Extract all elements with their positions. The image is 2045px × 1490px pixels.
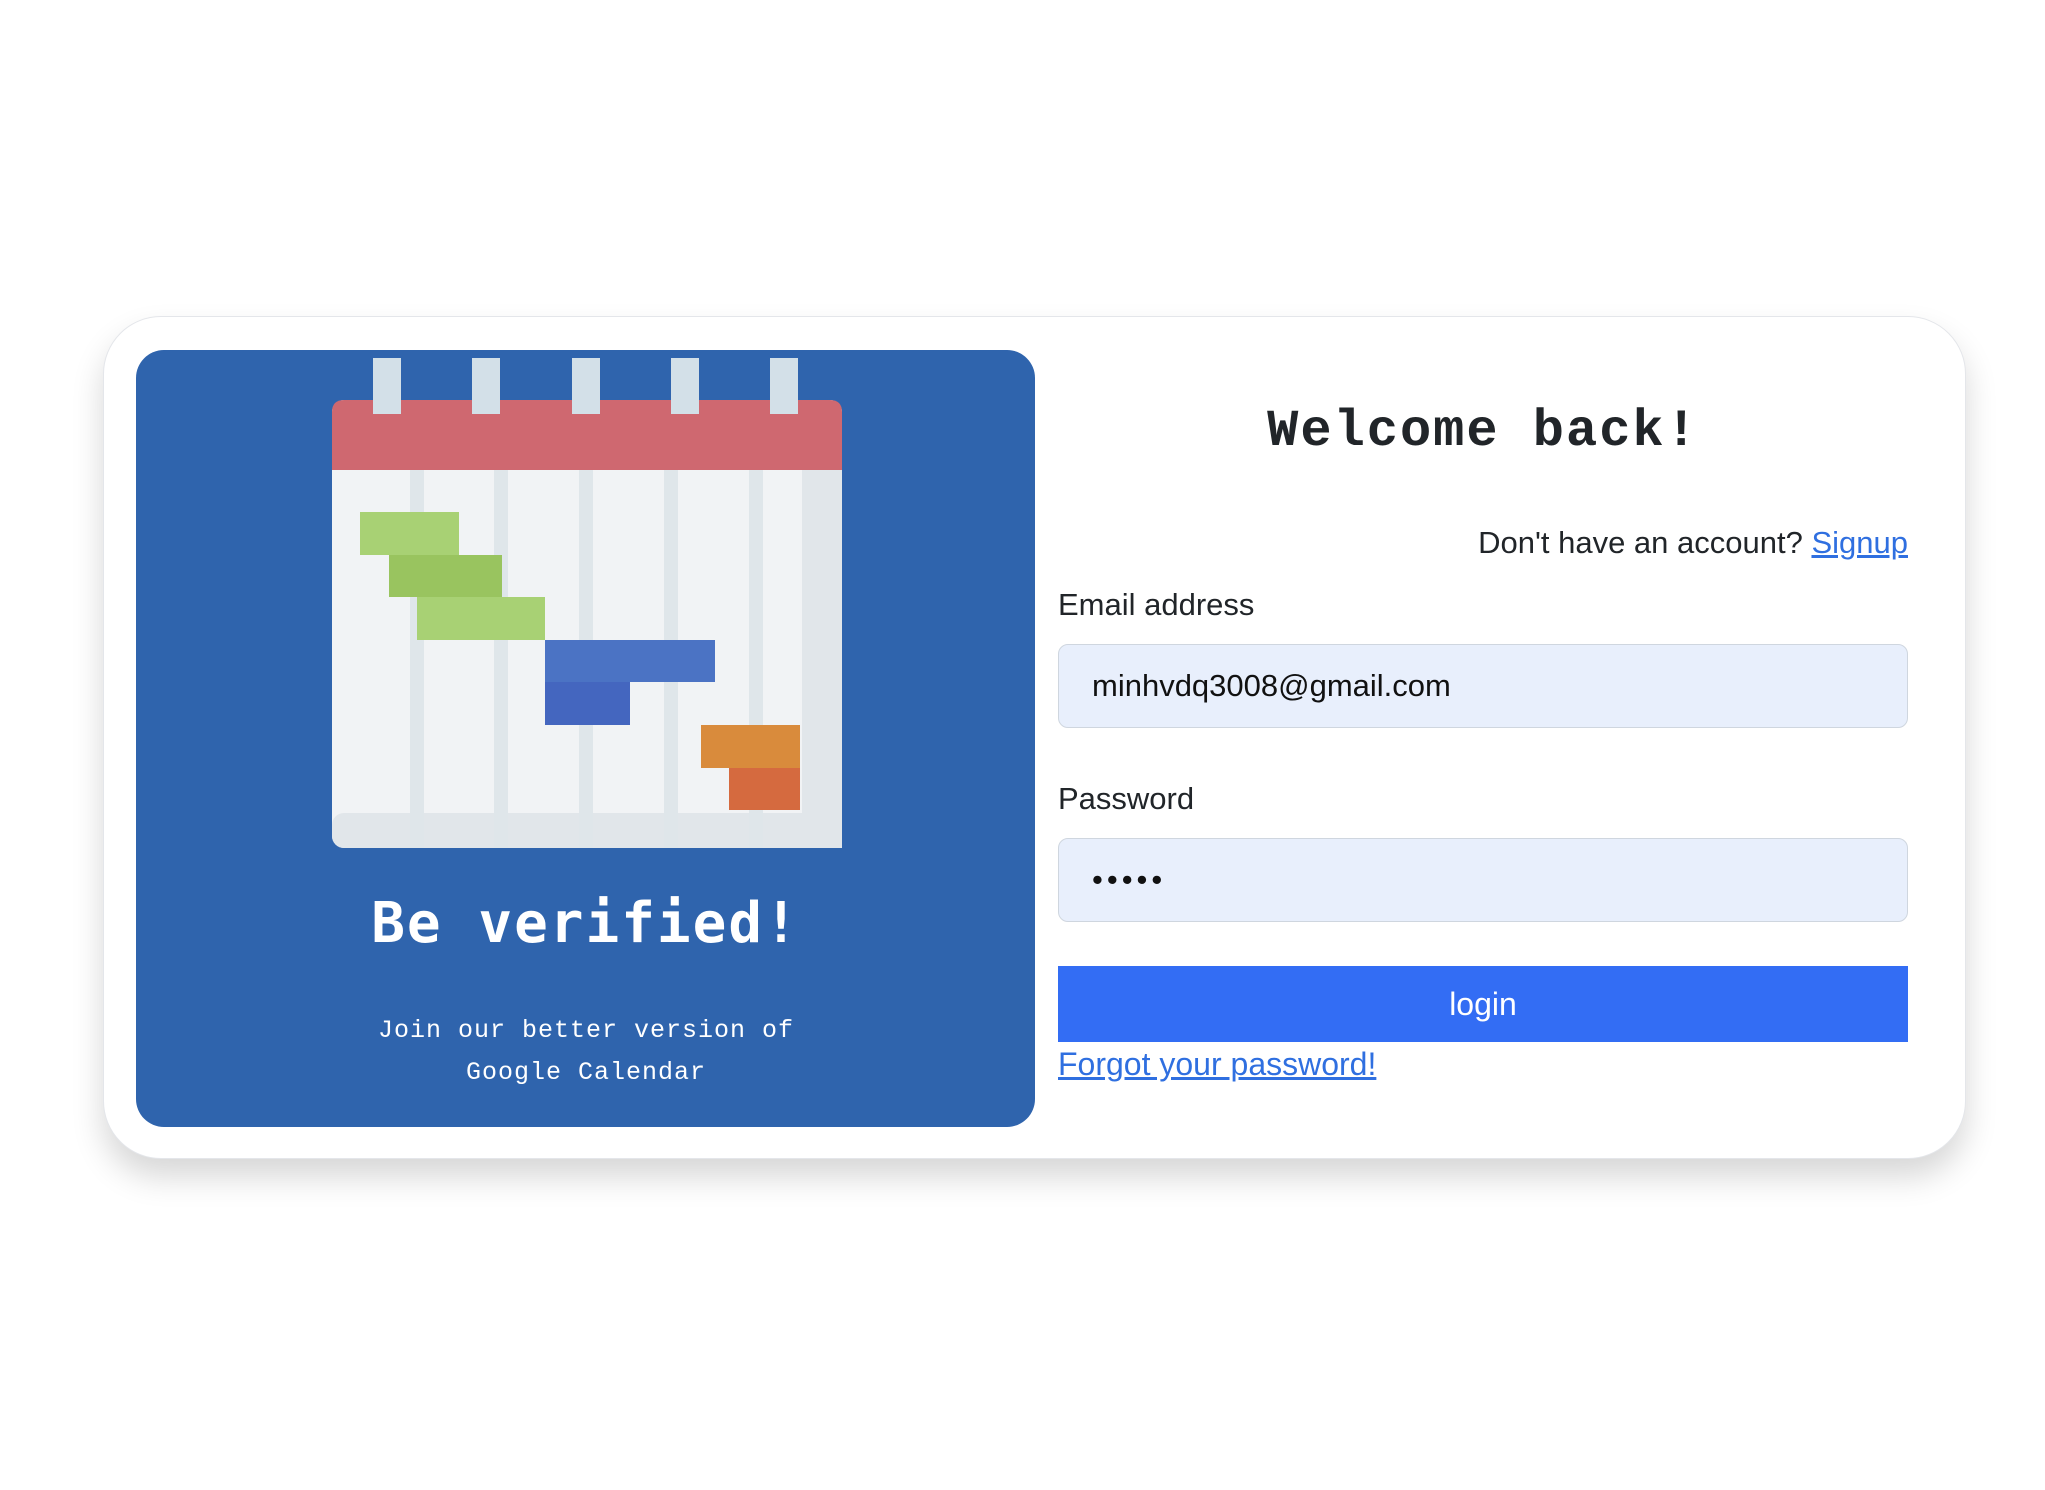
password-label: Password bbox=[1058, 781, 1195, 816]
login-button[interactable]: login bbox=[1058, 966, 1908, 1042]
signup-link[interactable]: Signup bbox=[1811, 525, 1908, 560]
email-field[interactable] bbox=[1058, 644, 1908, 728]
login-form: Welcome back! Don't have an account? Sig… bbox=[1058, 350, 1908, 1127]
password-field[interactable] bbox=[1058, 838, 1908, 922]
email-label: Email address bbox=[1058, 587, 1255, 622]
signup-prompt: Don't have an account? bbox=[1478, 525, 1803, 560]
page-title: Welcome back! bbox=[1267, 402, 1699, 461]
forgot-password-link[interactable]: Forgot your password! bbox=[1058, 1046, 1376, 1083]
hero-panel: Be verified! Join our better version of … bbox=[136, 350, 1035, 1127]
signup-prompt-row: Don't have an account? Signup bbox=[1478, 525, 1908, 561]
gantt-calendar-icon bbox=[332, 358, 842, 848]
hero-title: Be verified! bbox=[371, 891, 800, 956]
hero-subtitle: Join our better version of Google Calend… bbox=[377, 1016, 795, 1087]
